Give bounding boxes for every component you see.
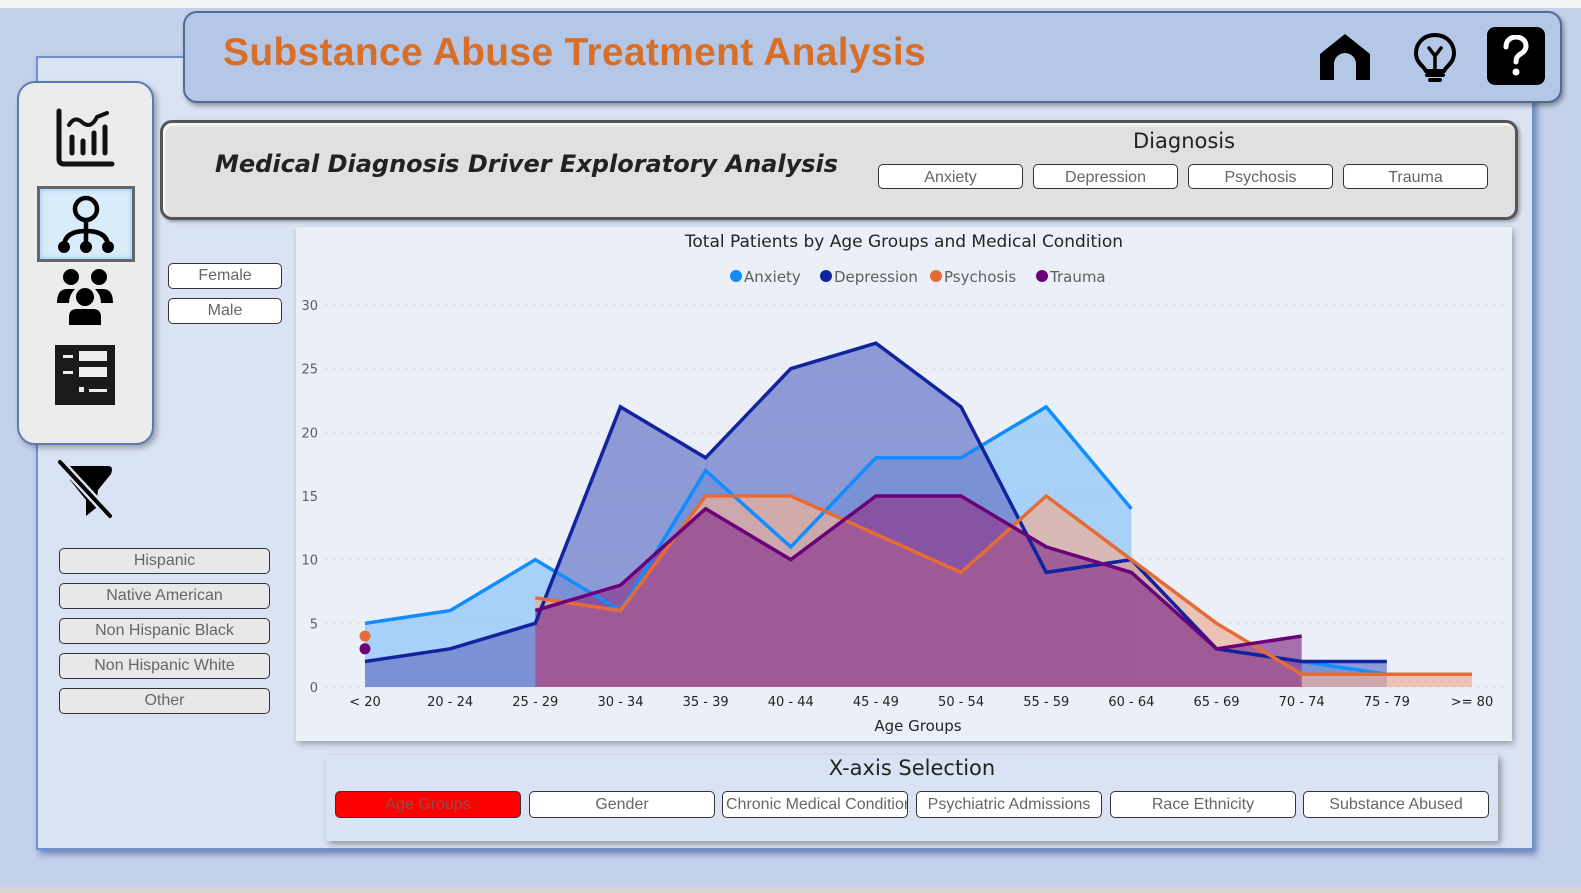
chart-icon xyxy=(56,108,115,167)
x-tick-label: 45 - 49 xyxy=(853,695,899,710)
x-tick-label: 70 - 74 xyxy=(1279,695,1325,710)
y-tick-label: 30 xyxy=(301,299,318,314)
nav-item-demographics[interactable] xyxy=(53,265,117,329)
trauma-point[interactable] xyxy=(359,643,371,655)
x-tick-label: 20 - 24 xyxy=(427,695,473,710)
nav-item-chart[interactable] xyxy=(53,105,117,169)
xaxis-option-psychiatric-admissions[interactable]: Psychiatric Admissions xyxy=(916,791,1102,818)
page-header: Medical Diagnosis Driver Exploratory Ana… xyxy=(160,120,1518,220)
legend-item-depression[interactable]: Depression xyxy=(820,268,918,286)
x-tick-label: 75 - 79 xyxy=(1364,695,1410,710)
people-icon xyxy=(57,269,113,325)
race-option-hispanic[interactable]: Hispanic xyxy=(59,548,270,574)
legend-marker xyxy=(730,270,742,282)
clear-filter-icon xyxy=(56,458,114,520)
y-tick-label: 15 xyxy=(301,490,318,505)
xaxis-option-chronic-medical-conditions[interactable]: Chronic Medical Conditions xyxy=(722,791,908,818)
psychosis-point[interactable] xyxy=(359,630,371,642)
diagnosis-slicer-title: Diagnosis xyxy=(1133,129,1236,153)
race-option-native-american[interactable]: Native American xyxy=(59,583,270,609)
y-axis: 0 5 10 15 20 25 30 xyxy=(301,299,318,696)
xaxis-option-age-groups[interactable]: Age Groups xyxy=(335,791,521,818)
x-tick-label: 65 - 69 xyxy=(1194,695,1240,710)
page-title: Medical Diagnosis Driver Exploratory Ana… xyxy=(215,150,839,178)
xaxis-selection-card: X-axis Selection Age Groups Gender Chron… xyxy=(326,755,1498,841)
nav-panel xyxy=(17,81,154,445)
legend-item-psychosis[interactable]: Psychosis xyxy=(930,268,1016,286)
legend-label: Trauma xyxy=(1049,268,1106,286)
x-tick-label: 25 - 29 xyxy=(512,695,558,710)
y-tick-label: 25 xyxy=(301,363,318,378)
x-axis: < 20 20 - 24 25 - 29 30 - 34 35 - 39 40 - 44 4… xyxy=(349,695,1493,710)
x-tick-label: 60 - 64 xyxy=(1108,695,1154,710)
y-tick-label: 5 xyxy=(310,617,318,632)
x-tick-label: < 20 xyxy=(349,695,381,710)
race-option-non-hispanic-black[interactable]: Non Hispanic Black xyxy=(59,618,270,644)
y-tick-label: 0 xyxy=(310,681,318,696)
y-tick-label: 20 xyxy=(301,426,318,441)
nav-item-details[interactable] xyxy=(53,343,117,407)
insights-button[interactable] xyxy=(1407,29,1463,85)
xaxis-option-race-ethnicity[interactable]: Race Ethnicity xyxy=(1110,791,1296,818)
help-button[interactable] xyxy=(1487,27,1545,85)
list-icon xyxy=(55,345,115,405)
top-strip xyxy=(0,0,1581,8)
x-axis-label: Age Groups xyxy=(874,717,961,735)
help-icon xyxy=(1503,35,1529,76)
xaxis-selection-title: X-axis Selection xyxy=(828,756,996,780)
gender-option-male[interactable]: Male xyxy=(168,298,282,324)
legend-marker xyxy=(1036,270,1048,282)
gender-option-female[interactable]: Female xyxy=(168,263,282,289)
x-tick-label: 55 - 59 xyxy=(1023,695,1069,710)
diagnosis-option-trauma[interactable]: Trauma xyxy=(1343,164,1488,189)
nav-item-drivers[interactable] xyxy=(37,186,135,262)
x-tick-label: 30 - 34 xyxy=(597,695,643,710)
hierarchy-icon xyxy=(58,195,114,253)
chart-title: Total Patients by Age Groups and Medical… xyxy=(684,232,1123,252)
xaxis-option-substance-abused[interactable]: Substance Abused xyxy=(1303,791,1489,818)
x-tick-label: 40 - 44 xyxy=(768,695,814,710)
legend-marker xyxy=(820,270,832,282)
area-chart: Total Patients by Age Groups and Medical… xyxy=(301,232,1506,735)
header-bar: Substance Abuse Treatment Analysis xyxy=(183,11,1562,103)
legend-label: Psychosis xyxy=(944,268,1016,286)
home-button[interactable] xyxy=(1317,29,1373,85)
app-title: Substance Abuse Treatment Analysis xyxy=(223,31,927,74)
diagnosis-option-anxiety[interactable]: Anxiety xyxy=(878,164,1023,189)
home-icon xyxy=(1320,34,1370,80)
legend-label: Depression xyxy=(834,268,918,286)
race-option-non-hispanic-white[interactable]: Non Hispanic White xyxy=(59,653,270,679)
x-tick-label: >= 80 xyxy=(1451,695,1493,710)
chart-card: Total Patients by Age Groups and Medical… xyxy=(296,227,1512,741)
race-option-other[interactable]: Other xyxy=(59,688,270,714)
chart-areas xyxy=(365,343,1472,687)
chart-legend: Anxiety Depression Psychosis Trauma xyxy=(730,268,1106,286)
x-tick-label: 35 - 39 xyxy=(683,695,729,710)
x-tick-label: 50 - 54 xyxy=(938,695,984,710)
xaxis-option-gender[interactable]: Gender xyxy=(529,791,715,818)
diagnosis-option-psychosis[interactable]: Psychosis xyxy=(1188,164,1333,189)
diagnosis-option-depression[interactable]: Depression xyxy=(1033,164,1178,189)
lightbulb-icon xyxy=(1413,32,1457,82)
legend-item-trauma[interactable]: Trauma xyxy=(1036,268,1106,286)
y-tick-label: 10 xyxy=(301,554,318,569)
legend-label: Anxiety xyxy=(744,268,801,286)
bottom-strip xyxy=(0,887,1581,893)
legend-item-anxiety[interactable]: Anxiety xyxy=(730,268,801,286)
legend-marker xyxy=(930,270,942,282)
clear-filters-button[interactable] xyxy=(56,458,116,520)
